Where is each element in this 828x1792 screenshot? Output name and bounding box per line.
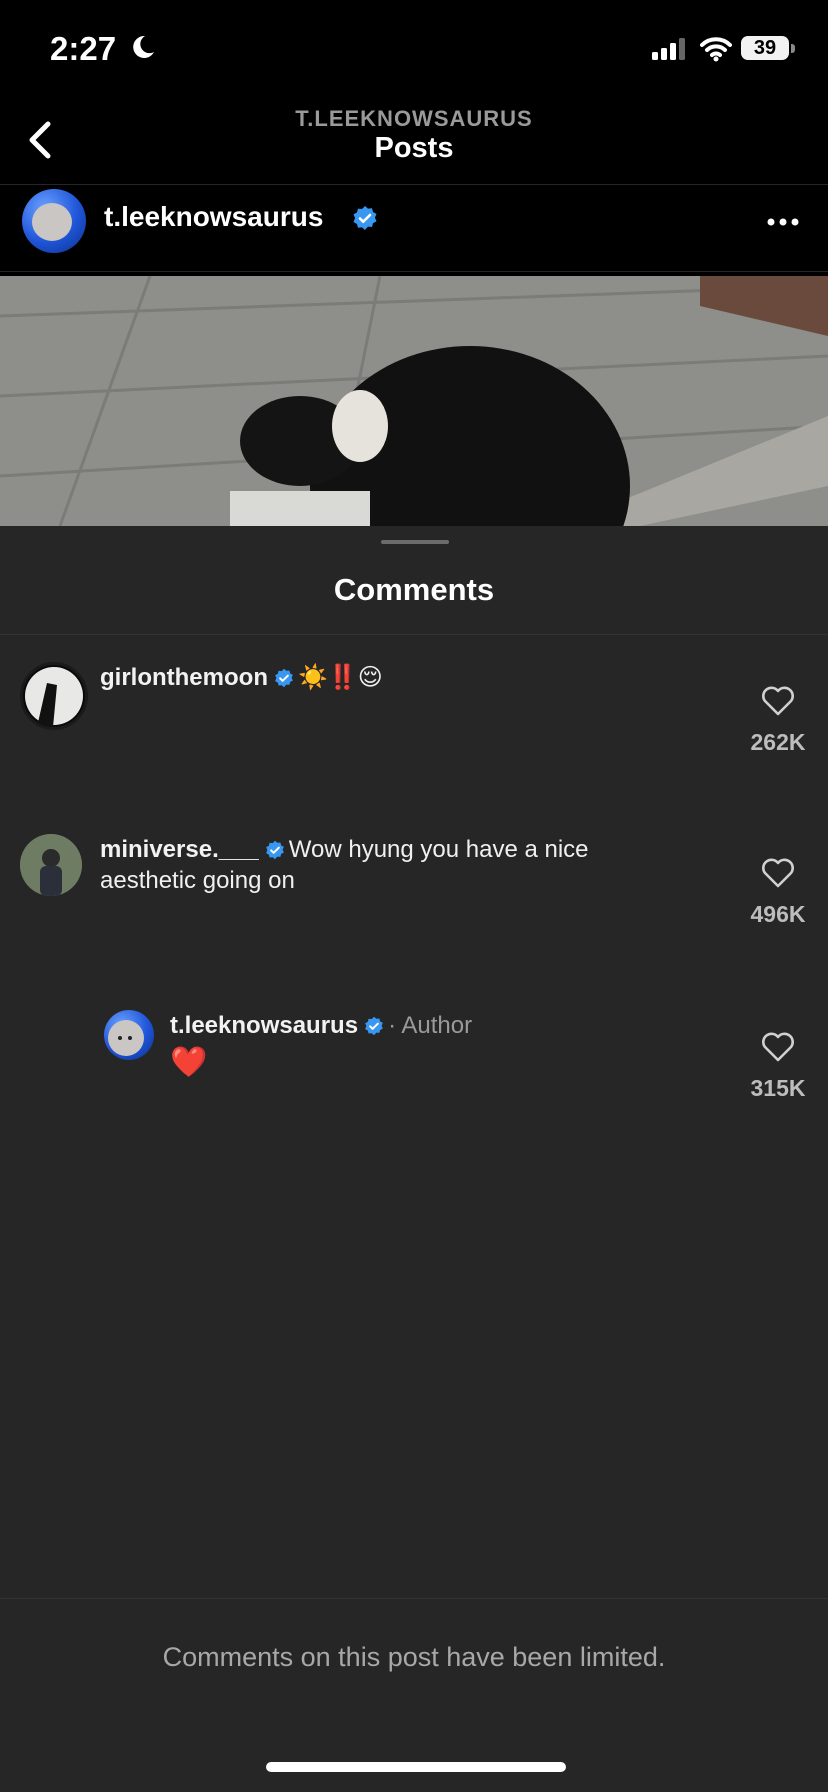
moon-icon [130,34,156,65]
home-indicator[interactable] [266,1762,566,1772]
avatar-plush-shape [32,203,72,241]
comment-body: girlonthemoon ☀️‼️😌 [100,664,700,695]
verified-badge-icon [274,667,294,695]
heart-icon[interactable] [761,1032,795,1066]
sheet-grabber[interactable] [381,540,449,544]
avatar[interactable] [104,1010,154,1060]
battery-tip [791,44,795,53]
comment-username[interactable]: t.leeknowsaurus [170,1012,358,1039]
comments-limited-note: Comments on this post have been limited. [162,1642,666,1672]
comments-sheet: Comments girlonthemoon ☀️‼️😌 262K miniver… [0,526,828,1792]
post-header: t.leeknowsaurus [0,185,828,271]
divider [0,634,828,635]
avatar[interactable] [20,662,88,730]
comments-title: Comments [333,572,495,607]
like-count: 496K [750,901,806,927]
wifi-icon [700,36,732,67]
like-count: 315K [750,1075,806,1101]
verified-badge-icon [265,839,285,867]
like-control[interactable]: 496K [728,858,828,928]
status-time: 2:27 [50,30,117,67]
verified-badge-icon [352,205,378,236]
verified-badge-icon [364,1015,384,1043]
page-title: Posts [374,132,454,164]
comment-body: t.leeknowsaurus · Author ❤️ [170,1012,710,1083]
divider [0,271,828,272]
divider [0,1598,828,1599]
comment-text: ☀️‼️😌 [297,664,383,691]
battery-indicator: 39 [741,36,789,60]
comment-username[interactable]: miniverse.___ [100,836,259,863]
like-control[interactable]: 262K [728,686,828,756]
comment-body: miniverse.___ Wow hyung you have a nice a… [100,836,660,895]
post-photo[interactable] [0,276,828,526]
author-label: · Author [388,1012,473,1039]
heart-icon[interactable] [761,686,795,720]
avatar[interactable] [20,834,82,896]
top-nav: T.LEEKNOWSAURUS Posts [0,96,828,184]
comment-text: ❤️ [170,1046,208,1079]
cellular-signal-icon [652,38,688,65]
nav-account-name: T.LEEKNOWSAURUS [295,106,533,131]
heart-icon[interactable] [761,858,795,892]
like-control[interactable]: 315K [728,1032,828,1102]
more-options-icon[interactable] [766,211,800,227]
post-username[interactable]: t.leeknowsaurus [104,201,323,233]
avatar[interactable] [22,189,86,253]
comment-username[interactable]: girlonthemoon [100,664,268,691]
like-count: 262K [750,729,806,755]
status-bar: 2:27 39 [0,0,828,96]
